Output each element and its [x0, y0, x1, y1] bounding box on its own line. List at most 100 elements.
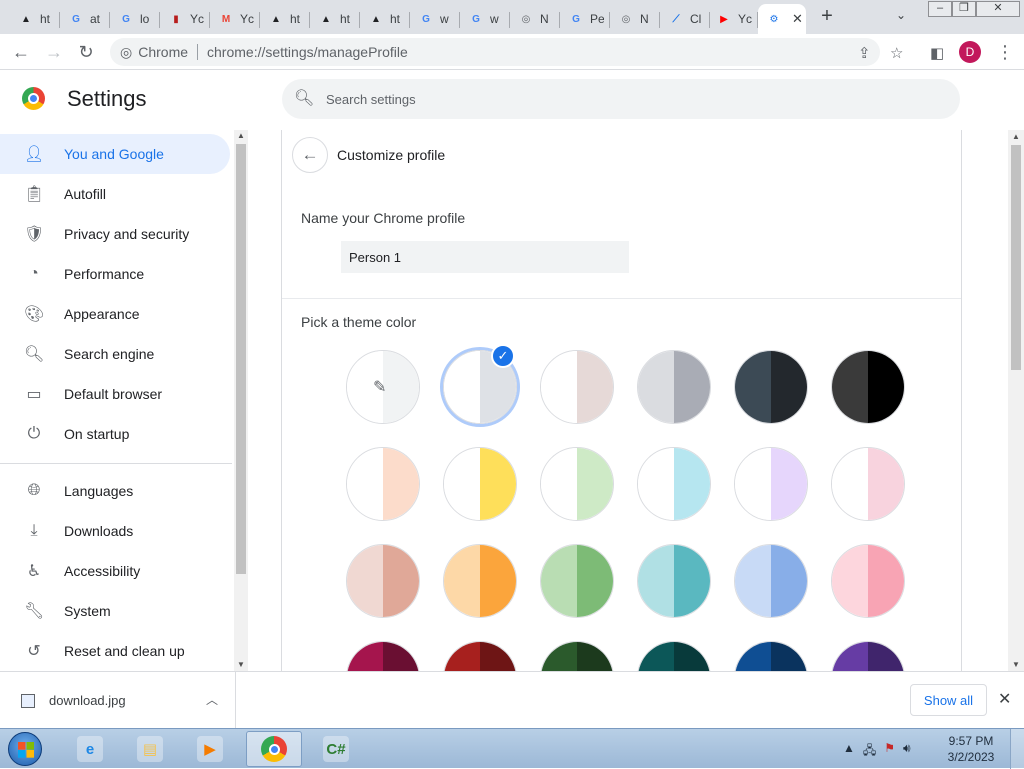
back-button[interactable]: ←: [292, 137, 328, 173]
theme-color-swatch[interactable]: [540, 544, 614, 618]
scroll-down-arrow-icon[interactable]: ▼: [237, 660, 245, 669]
sidebar-item[interactable]: 🎨︎ Appearance: [0, 294, 230, 334]
theme-color-swatch[interactable]: [637, 544, 711, 618]
sidebar-item[interactable]: ◔︎ Performance: [0, 254, 230, 294]
profile-avatar[interactable]: D: [959, 41, 981, 63]
browser-tab[interactable]: ◎ N: [610, 4, 660, 34]
taskbar-app[interactable]: e: [62, 731, 118, 767]
network-icon[interactable]: 🖧: [863, 741, 876, 762]
browser-tab[interactable]: Glo: [110, 4, 160, 34]
theme-color-swatch[interactable]: [831, 641, 905, 671]
show-desktop-button[interactable]: [1010, 729, 1024, 769]
search-input[interactable]: [326, 79, 926, 119]
theme-color-swatch[interactable]: [346, 447, 420, 521]
more-menu-icon[interactable]: ⋮: [996, 42, 1014, 63]
sidebar-item[interactable]: ↺︎ Reset and clean up: [0, 631, 230, 671]
theme-color-swatch[interactable]: [831, 350, 905, 424]
show-all-button[interactable]: Show all: [910, 684, 987, 716]
sidebar-item[interactable]: 👤︎ You and Google: [0, 134, 230, 174]
sidebar-item[interactable]: 📋︎ Autofill: [0, 174, 230, 214]
theme-color-swatch[interactable]: [443, 447, 517, 521]
browser-tab[interactable]: ▮ Yc: [160, 4, 210, 34]
share-icon[interactable]: ⇪: [858, 44, 871, 62]
scroll-up-arrow-icon[interactable]: ▲: [1012, 132, 1020, 141]
taskbar-app[interactable]: [246, 731, 302, 767]
theme-color-swatch[interactable]: [734, 544, 808, 618]
sidebar-item[interactable]: ▭︎ Default browser: [0, 374, 230, 414]
browser-tab[interactable]: ▲ ht: [310, 4, 360, 34]
sidebar-item[interactable]: ⏻︎ On startup: [0, 414, 230, 454]
main-scrollbar[interactable]: ▲ ▼: [1008, 130, 1024, 671]
browser-tab[interactable]: Gw: [410, 4, 460, 34]
sidebar-scroll-thumb[interactable]: [236, 144, 246, 574]
sidebar-scrollbar[interactable]: ▲ ▼: [234, 130, 248, 671]
sidebar-item[interactable]: ⤓︎ Downloads: [0, 511, 230, 551]
url-text[interactable]: chrome://settings/manageProfile: [207, 44, 408, 60]
theme-color-swatch[interactable]: [831, 447, 905, 521]
card-divider: [282, 298, 961, 299]
new-tab-button[interactable]: +: [816, 5, 838, 27]
taskbar-app[interactable]: C#: [308, 731, 364, 767]
reload-icon[interactable]: ↻: [75, 41, 97, 63]
browser-tab[interactable]: ⟋ Cl: [660, 4, 710, 34]
sidebar-item[interactable]: 🔧︎ System: [0, 591, 230, 631]
scroll-up-arrow-icon[interactable]: ▲: [237, 131, 245, 140]
browser-tab[interactable]: ⚙ ✕: [758, 4, 806, 34]
browser-tab[interactable]: ◎ N: [510, 4, 560, 34]
main-scroll-thumb[interactable]: [1011, 145, 1021, 370]
sidebar-item[interactable]: ♿︎ Accessibility: [0, 551, 230, 591]
bookmark-star-icon[interactable]: ☆: [890, 44, 903, 62]
theme-color-swatch[interactable]: [734, 447, 808, 521]
browser-tab[interactable]: Gat: [60, 4, 110, 34]
start-button[interactable]: [8, 732, 42, 766]
site-info[interactable]: ◎ Chrome: [120, 44, 188, 61]
chrome-app-icon: [261, 736, 287, 762]
taskbar-app[interactable]: ▤: [122, 731, 178, 767]
settings-search[interactable]: 🔍︎: [282, 79, 960, 119]
theme-color-swatch[interactable]: [637, 447, 711, 521]
action-center-flag-icon[interactable]: ⚑: [884, 741, 895, 762]
address-bar[interactable]: ◎ Chrome chrome://settings/manageProfile: [110, 38, 880, 66]
minimize-button[interactable]: –: [928, 1, 952, 17]
swatch-left-half: [444, 351, 480, 423]
theme-color-swatch[interactable]: [734, 641, 808, 671]
maximize-button[interactable]: ❐: [952, 1, 976, 17]
browser-tab[interactable]: ▶ Yc: [708, 4, 758, 34]
browser-tab[interactable]: G Pe: [560, 4, 610, 34]
chevron-up-icon[interactable]: ︿: [206, 691, 218, 708]
forward-arrow-icon[interactable]: →: [43, 41, 65, 63]
browser-tab[interactable]: ▲ ht: [260, 4, 310, 34]
browser-tab[interactable]: ▲ ht: [10, 4, 60, 34]
tab-search-chevron-icon[interactable]: ⌄: [896, 8, 906, 22]
sidebar-item[interactable]: 🌐︎ Languages: [0, 471, 230, 511]
theme-color-swatch[interactable]: [637, 350, 711, 424]
close-window-button[interactable]: ✕: [976, 1, 1020, 17]
browser-tab[interactable]: ▲ ht: [360, 4, 410, 34]
back-arrow-icon[interactable]: ←: [10, 41, 32, 63]
sidebar-item[interactable]: 🛡︎ Privacy and security: [0, 214, 230, 254]
taskbar-app[interactable]: ▶: [182, 731, 238, 767]
download-item[interactable]: download.jpg ︿: [0, 672, 236, 728]
volume-icon[interactable]: 🔊︎: [903, 741, 911, 762]
close-tab-icon[interactable]: ✕: [792, 11, 803, 27]
browser-tab[interactable]: Gw: [460, 4, 510, 34]
theme-color-swatch[interactable]: [443, 641, 517, 671]
sidebar-item[interactable]: 🔍︎ Search engine: [0, 334, 230, 374]
custom-color-picker[interactable]: ✎: [346, 350, 420, 424]
scroll-down-arrow-icon[interactable]: ▼: [1012, 660, 1020, 669]
theme-color-swatch[interactable]: [443, 544, 517, 618]
theme-color-swatch[interactable]: [346, 544, 420, 618]
side-panel-icon[interactable]: ◧: [930, 44, 944, 62]
theme-color-swatch[interactable]: [540, 350, 614, 424]
theme-color-swatch[interactable]: [346, 641, 420, 671]
browser-tab[interactable]: M Yc: [210, 4, 260, 34]
tray-expand-icon[interactable]: ▲: [843, 741, 855, 762]
theme-color-swatch[interactable]: [637, 641, 711, 671]
theme-color-swatch[interactable]: [540, 641, 614, 671]
theme-color-swatch[interactable]: [540, 447, 614, 521]
theme-color-swatch[interactable]: [831, 544, 905, 618]
theme-color-swatch[interactable]: [734, 350, 808, 424]
close-icon[interactable]: ✕: [998, 689, 1011, 709]
taskbar-clock[interactable]: 9:57 PM 3/2/2023: [946, 733, 996, 765]
profile-name-input[interactable]: [341, 241, 629, 273]
